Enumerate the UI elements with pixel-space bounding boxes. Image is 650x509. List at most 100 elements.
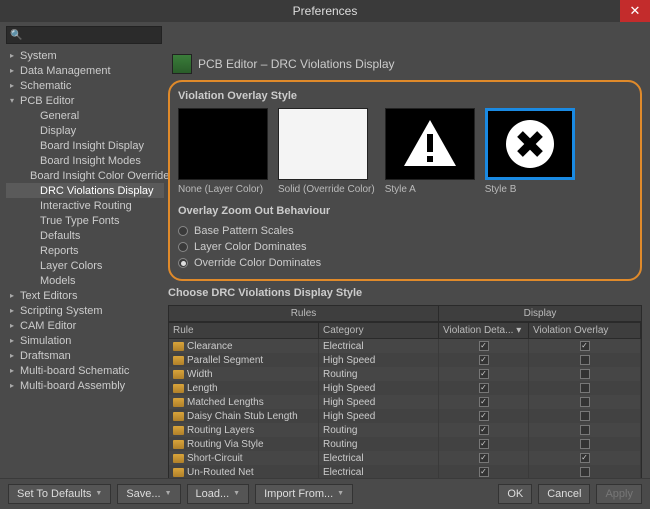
rule-cell: Parallel Segment: [169, 353, 319, 367]
tree-item[interactable]: ▸Text Editors: [6, 288, 164, 303]
rule-name: Clearance: [187, 341, 233, 352]
tree-item[interactable]: DRC Violations Display: [6, 183, 164, 198]
tree-item[interactable]: Display: [6, 123, 164, 138]
tree-item[interactable]: Models: [6, 273, 164, 288]
tree-item[interactable]: ▸Simulation: [6, 333, 164, 348]
category-cell: Electrical: [319, 465, 439, 478]
grid-header-violation-overlay[interactable]: Violation Overlay: [529, 323, 641, 338]
search-input[interactable]: [25, 29, 158, 41]
table-row[interactable]: Un-Routed NetElectrical: [169, 465, 641, 478]
save-button[interactable]: Save...▼: [117, 484, 180, 504]
checkbox[interactable]: [580, 467, 590, 477]
checkbox[interactable]: [580, 411, 590, 421]
grid-header-category[interactable]: Category: [319, 323, 439, 338]
rule-icon: [173, 454, 184, 463]
rule-name: Width: [187, 369, 213, 380]
checkbox[interactable]: [479, 439, 489, 449]
checkbox[interactable]: [580, 425, 590, 435]
tree-item[interactable]: Interactive Routing: [6, 198, 164, 213]
tree-item[interactable]: ▸Scripting System: [6, 303, 164, 318]
table-row[interactable]: ClearanceElectrical: [169, 339, 641, 353]
checkbox[interactable]: [479, 355, 489, 365]
table-row[interactable]: Parallel SegmentHigh Speed: [169, 353, 641, 367]
violation-overlay-cell: [529, 423, 641, 437]
tree-item[interactable]: Layer Colors: [6, 258, 164, 273]
swatch-solid[interactable]: [278, 108, 368, 180]
set-defaults-button[interactable]: Set To Defaults▼: [8, 484, 111, 504]
tree-item-label: Multi-board Schematic: [20, 365, 129, 377]
tree-item-label: Board Insight Modes: [40, 155, 141, 167]
checkbox[interactable]: [479, 341, 489, 351]
radio-option[interactable]: Layer Color Dominates: [178, 239, 632, 255]
close-button[interactable]: ✕: [620, 0, 650, 22]
checkbox[interactable]: [580, 341, 590, 351]
checkbox[interactable]: [580, 439, 590, 449]
tree-item[interactable]: ▸System: [6, 48, 164, 63]
checkbox[interactable]: [479, 411, 489, 421]
swatch-none[interactable]: [178, 108, 268, 180]
table-row[interactable]: Matched LengthsHigh Speed: [169, 395, 641, 409]
violation-overlay-cell: [529, 339, 641, 353]
tree-item-label: Layer Colors: [40, 260, 102, 272]
rule-cell: Width: [169, 367, 319, 381]
checkbox[interactable]: [479, 383, 489, 393]
violation-details-cell: [439, 451, 529, 465]
tree-item[interactable]: General: [6, 108, 164, 123]
checkbox[interactable]: [479, 425, 489, 435]
grid-header-violation-details[interactable]: Violation Deta... ▾: [439, 323, 529, 338]
tree-item-label: Board Insight Display: [40, 140, 144, 152]
tree-item[interactable]: ▸Multi-board Assembly: [6, 378, 164, 393]
violation-details-cell: [439, 339, 529, 353]
swatch-style-a[interactable]: [385, 108, 475, 180]
violation-details-cell: [439, 423, 529, 437]
table-row[interactable]: LengthHigh Speed: [169, 381, 641, 395]
tree-item[interactable]: ▸Draftsman: [6, 348, 164, 363]
apply-button[interactable]: Apply: [596, 484, 642, 504]
tree-item[interactable]: Reports: [6, 243, 164, 258]
tree-arrow-icon: ▸: [10, 366, 20, 375]
tree-item[interactable]: Board Insight Modes: [6, 153, 164, 168]
radio-option[interactable]: Base Pattern Scales: [178, 223, 632, 239]
checkbox[interactable]: [580, 383, 590, 393]
checkbox[interactable]: [479, 397, 489, 407]
tree-item-label: CAM Editor: [20, 320, 76, 332]
tree-item-label: Models: [40, 275, 75, 287]
tree-arrow-icon: ▸: [10, 51, 20, 60]
tree-item[interactable]: True Type Fonts: [6, 213, 164, 228]
grid-header-rule[interactable]: Rule: [169, 323, 319, 338]
radio-option[interactable]: Override Color Dominates: [178, 255, 632, 271]
category-cell: High Speed: [319, 395, 439, 409]
tree-item[interactable]: ▸Multi-board Schematic: [6, 363, 164, 378]
checkbox[interactable]: [479, 369, 489, 379]
table-row[interactable]: Routing Via StyleRouting: [169, 437, 641, 451]
category-cell: Electrical: [319, 451, 439, 465]
chevron-down-icon: ▼: [233, 490, 240, 497]
checkbox[interactable]: [580, 355, 590, 365]
load-button[interactable]: Load...▼: [187, 484, 250, 504]
search-box[interactable]: 🔍: [6, 26, 162, 44]
tree-item[interactable]: ▾PCB Editor: [6, 93, 164, 108]
rule-icon: [173, 426, 184, 435]
import-button[interactable]: Import From...▼: [255, 484, 353, 504]
checkbox[interactable]: [580, 453, 590, 463]
tree-item[interactable]: ▸CAM Editor: [6, 318, 164, 333]
table-row[interactable]: WidthRouting: [169, 367, 641, 381]
checkbox[interactable]: [479, 467, 489, 477]
tree-item[interactable]: Board Insight Color Overrides: [6, 168, 164, 183]
checkbox[interactable]: [580, 369, 590, 379]
tree-item[interactable]: ▸Schematic: [6, 78, 164, 93]
swatch-style-b[interactable]: [485, 108, 575, 180]
tree-item[interactable]: ▸Data Management: [6, 63, 164, 78]
tree-item[interactable]: Board Insight Display: [6, 138, 164, 153]
table-row[interactable]: Short-CircuitElectrical: [169, 451, 641, 465]
ok-button[interactable]: OK: [498, 484, 532, 504]
cancel-button[interactable]: Cancel: [538, 484, 590, 504]
table-row[interactable]: Daisy Chain Stub LengthHigh Speed: [169, 409, 641, 423]
rule-cell: Un-Routed Net: [169, 465, 319, 478]
table-row[interactable]: Routing LayersRouting: [169, 423, 641, 437]
checkbox[interactable]: [580, 397, 590, 407]
chevron-down-icon: ▼: [95, 490, 102, 497]
tree-item[interactable]: Defaults: [6, 228, 164, 243]
checkbox[interactable]: [479, 453, 489, 463]
rule-cell: Matched Lengths: [169, 395, 319, 409]
